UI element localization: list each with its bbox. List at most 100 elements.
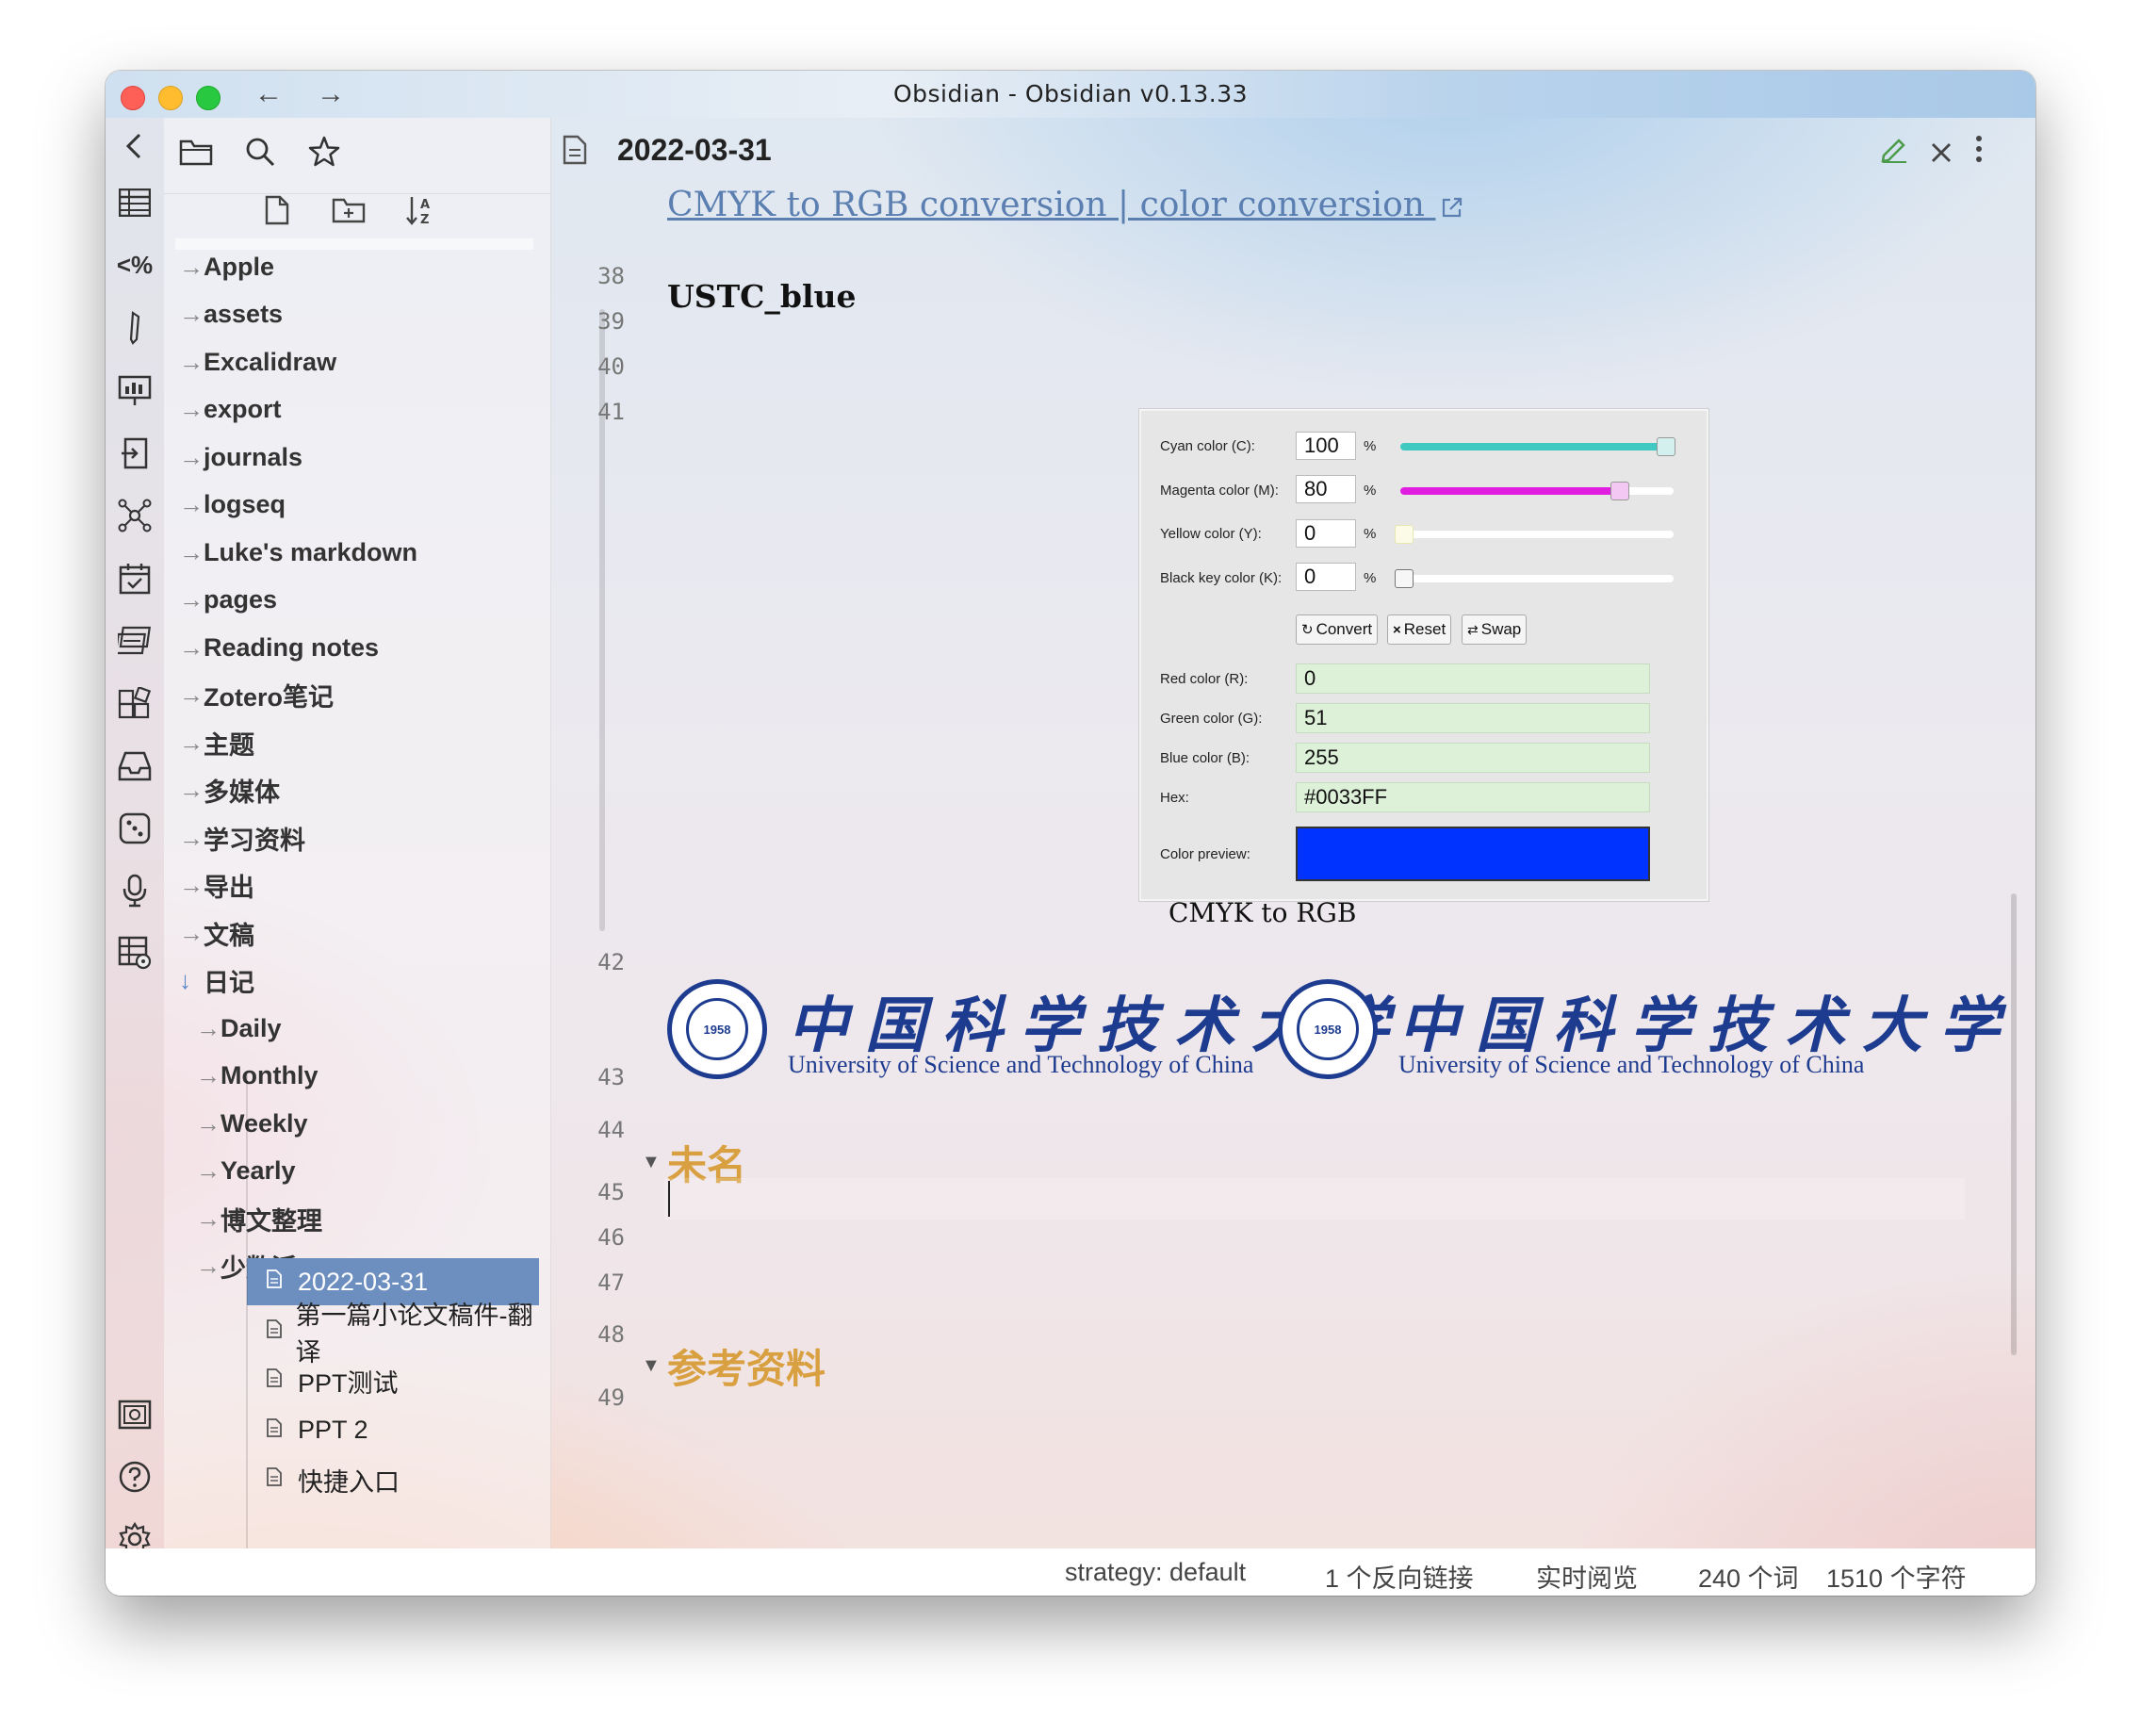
folder-item[interactable]: → journals <box>179 434 302 480</box>
hex-output[interactable]: #0033FF <box>1296 782 1650 812</box>
expanded-arrow-icon[interactable]: ↓ <box>179 966 204 995</box>
convert-button[interactable]: ↻ Convert <box>1296 614 1379 645</box>
black-key-slider[interactable] <box>1395 569 1674 588</box>
collapsed-arrow-icon[interactable]: → <box>196 1204 221 1234</box>
collapsed-arrow-icon[interactable]: → <box>196 1252 221 1281</box>
cyan-slider[interactable] <box>1400 437 1675 456</box>
table-icon[interactable] <box>116 184 154 221</box>
star-icon[interactable] <box>303 131 345 172</box>
collapsed-arrow-icon[interactable]: → <box>179 253 204 282</box>
folder-item[interactable]: → 多媒体 <box>179 768 280 813</box>
chevron-left-icon[interactable] <box>116 127 154 165</box>
new-folder-icon[interactable] <box>330 191 368 229</box>
collapsed-arrow-icon[interactable]: → <box>196 1061 221 1090</box>
pen-icon[interactable] <box>116 309 154 347</box>
fold-heading-icon[interactable]: ▼ <box>642 1355 661 1377</box>
collapsed-arrow-icon[interactable]: → <box>179 633 204 663</box>
black-key-input[interactable]: 0 <box>1296 563 1356 591</box>
blue-output[interactable]: 255 <box>1296 743 1650 773</box>
collapsed-arrow-icon[interactable]: → <box>179 348 204 377</box>
magenta-input[interactable]: 80 <box>1296 475 1356 503</box>
external-link[interactable]: CMYK to RGB conversion | color conversio… <box>667 186 1463 227</box>
yellow-input[interactable]: 0 <box>1296 519 1356 548</box>
help-icon[interactable] <box>116 1458 154 1496</box>
microphone-icon[interactable] <box>116 872 154 909</box>
folder-item[interactable]: → 导出 <box>179 863 254 909</box>
close-icon[interactable] <box>1930 137 1953 172</box>
folder-item[interactable]: → 文稿 <box>179 910 254 956</box>
collapsed-arrow-icon[interactable]: → <box>179 585 204 614</box>
status-backlinks[interactable]: 1 个反向链接 <box>1325 1558 1474 1595</box>
folder-item[interactable]: → pages <box>179 578 277 623</box>
note-title[interactable]: 2022-03-31 <box>617 133 772 168</box>
collapsed-arrow-icon[interactable]: → <box>179 729 204 758</box>
import-icon[interactable] <box>116 434 154 472</box>
status-mode[interactable]: 实时阅览 <box>1536 1558 1638 1595</box>
swap-button[interactable]: ⇄ Swap <box>1462 614 1528 645</box>
folder-item[interactable]: → Apple <box>179 244 274 289</box>
graph-icon[interactable] <box>116 497 154 534</box>
folder-item[interactable]: ↓ 日记 <box>179 958 254 1004</box>
dice-icon[interactable] <box>116 810 154 847</box>
folder-item[interactable]: → 主题 <box>179 720 254 765</box>
collapsed-arrow-icon[interactable]: → <box>179 680 204 710</box>
collapsed-arrow-icon[interactable]: → <box>179 395 204 424</box>
yellow-slider[interactable] <box>1395 525 1674 544</box>
collapsed-arrow-icon[interactable]: → <box>196 1109 221 1138</box>
more-options-icon[interactable] <box>1974 135 1984 171</box>
editor-scrollbar[interactable] <box>2011 893 2017 1355</box>
file-item[interactable]: PPT测试 <box>247 1357 539 1404</box>
collapsed-arrow-icon[interactable]: → <box>179 538 204 567</box>
red-output[interactable]: 0 <box>1296 663 1650 694</box>
file-item[interactable]: PPT 2 <box>247 1407 539 1454</box>
folder-item[interactable]: → Monthly <box>196 1054 318 1099</box>
inbox-icon[interactable] <box>116 747 154 785</box>
folder-icon[interactable] <box>175 131 217 172</box>
collapsed-arrow-icon[interactable]: → <box>196 1156 221 1186</box>
folder-item[interactable]: → Luke's markdown <box>179 530 417 575</box>
collapsed-arrow-icon[interactable]: → <box>179 824 204 853</box>
yellow-slider-thumb[interactable] <box>1395 525 1414 544</box>
file-item[interactable]: 第一篇小论文稿件-翻译 <box>247 1302 539 1367</box>
green-output[interactable]: 51 <box>1296 703 1650 733</box>
edit-pencil-icon[interactable] <box>1880 135 1908 171</box>
active-line[interactable] <box>664 1178 1965 1220</box>
folder-item[interactable]: → 博文整理 <box>196 1196 322 1241</box>
vault-icon[interactable] <box>116 1396 154 1433</box>
calendar-check-icon[interactable] <box>116 560 154 598</box>
search-icon[interactable] <box>239 131 281 172</box>
folder-item[interactable]: → Daily <box>196 1006 282 1051</box>
apps-icon[interactable] <box>116 685 154 723</box>
collapsed-arrow-icon[interactable]: → <box>179 871 204 900</box>
magenta-slider[interactable] <box>1400 482 1674 500</box>
cyan-slider-thumb[interactable] <box>1657 437 1675 456</box>
folder-item[interactable]: → Weekly <box>196 1101 308 1146</box>
collapsed-arrow-icon[interactable]: → <box>196 1014 221 1043</box>
file-item[interactable]: 快捷入口 <box>247 1456 539 1503</box>
slides-icon[interactable] <box>116 372 154 410</box>
folder-item[interactable]: → Reading notes <box>179 625 379 670</box>
external-link-text[interactable]: CMYK to RGB conversion | color conversio… <box>667 186 1425 224</box>
folder-item[interactable]: → export <box>179 387 282 433</box>
folder-item[interactable]: → Excalidraw <box>179 339 336 385</box>
collapsed-arrow-icon[interactable]: → <box>179 776 204 805</box>
collapsed-arrow-icon[interactable]: → <box>179 300 204 329</box>
folder-item[interactable]: → logseq <box>179 483 286 528</box>
black-key-slider-thumb[interactable] <box>1395 569 1414 588</box>
folder-item[interactable]: → Zotero笔记 <box>179 673 334 718</box>
fold-heading-icon[interactable]: ▼ <box>642 1152 661 1173</box>
collapsed-arrow-icon[interactable]: → <box>179 443 204 472</box>
folder-item[interactable]: → 学习资料 <box>179 815 305 860</box>
reset-button[interactable]: × Reset <box>1387 614 1452 645</box>
cyan-input[interactable]: 100 <box>1296 432 1356 460</box>
sort-icon[interactable]: AZ <box>401 191 439 229</box>
folder-item[interactable]: → assets <box>179 292 283 337</box>
collapsed-arrow-icon[interactable]: → <box>179 490 204 519</box>
table-settings-icon[interactable] <box>116 934 154 972</box>
status-strategy[interactable]: strategy: default <box>1065 1558 1246 1587</box>
templater-icon[interactable]: <% <box>116 246 154 284</box>
new-note-icon[interactable] <box>258 191 296 229</box>
magenta-slider-thumb[interactable] <box>1610 482 1629 500</box>
collapsed-arrow-icon[interactable]: → <box>179 919 204 948</box>
cards-icon[interactable] <box>116 622 154 660</box>
